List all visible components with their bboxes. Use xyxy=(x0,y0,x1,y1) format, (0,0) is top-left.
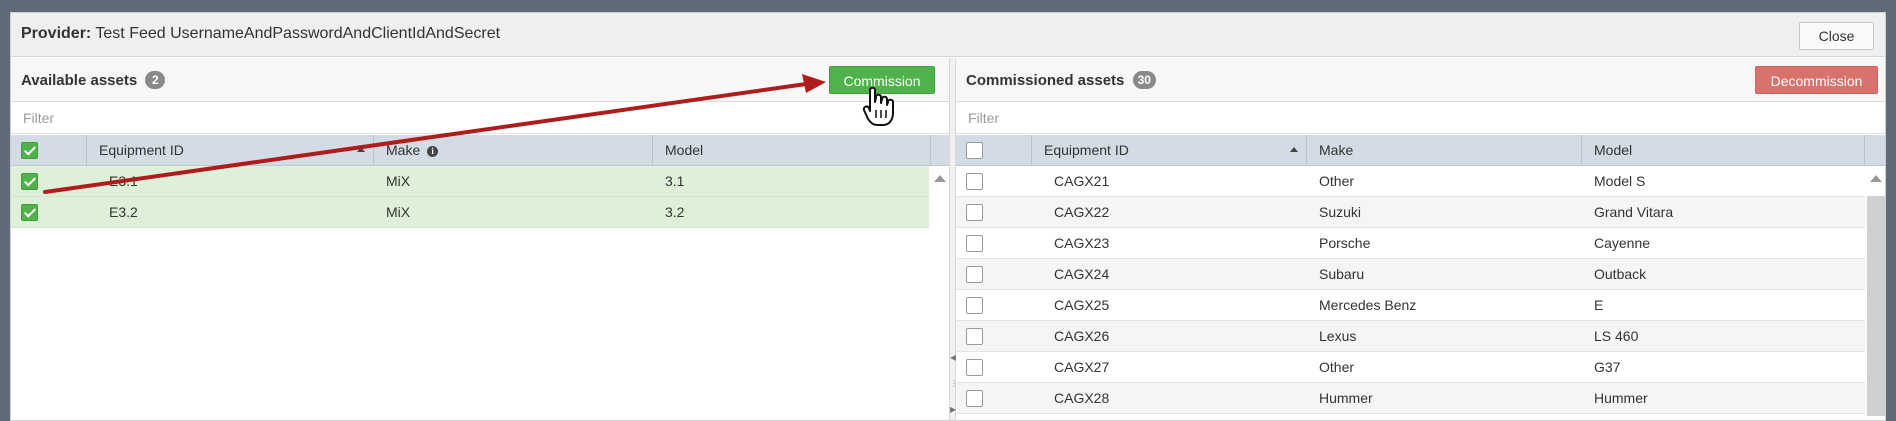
scroll-up-arrow-icon[interactable] xyxy=(1870,175,1882,182)
row-checkbox[interactable] xyxy=(21,204,38,221)
dialog-header: Provider: Test Feed UsernameAndPasswordA… xyxy=(11,13,1885,57)
commissioned-scrollbar[interactable] xyxy=(1865,166,1885,420)
commissioned-assets-pane: Commissioned assets 30 Decommission Equi… xyxy=(956,58,1885,420)
cell-model: Outback xyxy=(1594,266,1647,282)
available-filter xyxy=(11,102,949,134)
cell-equipment-id: E3.2 xyxy=(109,204,138,220)
dialog-title-name: Test Feed UsernameAndPasswordAndClientId… xyxy=(95,25,501,42)
commissioned-col-equipment-id[interactable]: Equipment ID xyxy=(1032,135,1307,166)
available-col-make-label: Make xyxy=(386,142,421,158)
row-checkbox[interactable] xyxy=(966,204,983,221)
commissioned-grid-header: Equipment ID Make Model xyxy=(956,135,1885,166)
commissioned-title: Commissioned assets 30 xyxy=(966,71,1156,89)
cell-equipment-id: CAGX28 xyxy=(1054,390,1110,406)
cell-equipment-id: E3.1 xyxy=(109,173,138,189)
commissioned-select-all-cell xyxy=(956,135,1032,166)
cell-equipment-id: CAGX24 xyxy=(1054,266,1110,282)
cell-make: Lexus xyxy=(1319,328,1357,344)
dialog-title: Provider: Test Feed UsernameAndPasswordA… xyxy=(21,25,500,43)
cell-model: Model S xyxy=(1594,173,1646,189)
cell-equipment-id: CAGX22 xyxy=(1054,204,1110,220)
cell-equipment-id: CAGX26 xyxy=(1054,328,1110,344)
dialog-title-prefix: Provider: xyxy=(21,25,92,42)
commissioned-title-label: Commissioned assets xyxy=(966,72,1125,89)
provider-dialog: Provider: Test Feed UsernameAndPasswordA… xyxy=(10,12,1886,421)
row-checkbox[interactable] xyxy=(966,359,983,376)
decommission-button[interactable]: Decommission xyxy=(1755,66,1878,94)
pane-splitter[interactable]: ◀ ⋮ ▶ xyxy=(949,58,958,420)
cell-make: Porsche xyxy=(1319,235,1371,251)
cell-make: Other xyxy=(1319,173,1355,189)
available-grid-header: Equipment ID Make i Model xyxy=(11,135,949,166)
commissioned-count-badge: 30 xyxy=(1132,71,1156,89)
info-icon[interactable]: i xyxy=(427,146,439,157)
available-col-make[interactable]: Make i xyxy=(374,135,653,166)
cell-make: MiX xyxy=(386,204,411,220)
available-assets-pane: Available assets 2 Commission Equipment … xyxy=(11,58,951,420)
cell-model: Hummer xyxy=(1594,390,1648,406)
cell-model: LS 460 xyxy=(1594,328,1639,344)
sort-ascending-icon xyxy=(1290,147,1298,152)
row-checkbox[interactable] xyxy=(966,328,983,345)
commission-button[interactable]: Commission xyxy=(829,66,935,94)
cell-model: G37 xyxy=(1594,359,1621,375)
available-title-label: Available assets xyxy=(21,72,138,89)
available-toolbar: Available assets 2 Commission xyxy=(11,58,949,102)
cell-equipment-id: CAGX25 xyxy=(1054,297,1110,313)
row-checkbox[interactable] xyxy=(966,266,983,283)
table-row[interactable]: CAGX22 Suzuki Grand Vitara xyxy=(956,197,1865,228)
cell-model: Cayenne xyxy=(1594,235,1651,251)
available-col-equipment-id[interactable]: Equipment ID xyxy=(87,135,374,166)
row-checkbox[interactable] xyxy=(966,235,983,252)
table-row[interactable]: CAGX28 Hummer Hummer xyxy=(956,383,1865,414)
commissioned-col-equipment-id-label: Equipment ID xyxy=(1044,142,1129,158)
sort-ascending-icon xyxy=(357,147,365,152)
commissioned-col-model[interactable]: Model xyxy=(1582,135,1865,166)
available-filter-input[interactable] xyxy=(11,102,949,133)
available-count-badge: 2 xyxy=(145,71,166,89)
table-row[interactable]: CAGX27 Other G37 xyxy=(956,352,1865,383)
table-row[interactable]: E3.2 MiX 3.2 xyxy=(11,197,929,228)
available-title: Available assets 2 xyxy=(21,71,166,89)
cell-make: MiX xyxy=(386,173,411,189)
table-row[interactable]: CAGX25 Mercedes Benz E xyxy=(956,290,1865,321)
commissioned-filter xyxy=(956,102,1885,134)
cell-model: 3.1 xyxy=(665,173,685,189)
table-row[interactable]: CAGX21 Other Model S xyxy=(956,166,1865,197)
table-row[interactable]: CAGX26 Lexus LS 460 xyxy=(956,321,1865,352)
commissioned-col-make[interactable]: Make xyxy=(1307,135,1582,166)
available-select-all-cell xyxy=(11,135,87,166)
available-scrollbar[interactable] xyxy=(929,166,951,420)
cell-equipment-id: CAGX23 xyxy=(1054,235,1110,251)
table-row[interactable]: CAGX23 Porsche Cayenne xyxy=(956,228,1865,259)
cell-make: Subaru xyxy=(1319,266,1365,282)
cell-model: E xyxy=(1594,297,1604,313)
cell-make: Suzuki xyxy=(1319,204,1362,220)
row-checkbox[interactable] xyxy=(966,297,983,314)
available-col-equipment-id-label: Equipment ID xyxy=(99,142,184,158)
table-row[interactable]: E3.1 MiX 3.1 xyxy=(11,166,929,197)
available-col-model[interactable]: Model xyxy=(653,135,931,166)
cell-make: Hummer xyxy=(1319,390,1373,406)
cell-make: Mercedes Benz xyxy=(1319,297,1417,313)
row-checkbox[interactable] xyxy=(966,173,983,190)
table-row[interactable]: CAGX24 Subaru Outback xyxy=(956,259,1865,290)
commissioned-col-model-label: Model xyxy=(1594,142,1633,158)
available-select-all-checkbox[interactable] xyxy=(21,142,38,159)
scrollbar-thumb[interactable] xyxy=(1867,196,1885,416)
close-button[interactable]: Close xyxy=(1799,22,1874,50)
row-checkbox[interactable] xyxy=(21,173,38,190)
available-col-model-label: Model xyxy=(665,142,704,158)
scroll-up-arrow-icon[interactable] xyxy=(934,175,946,182)
cell-equipment-id: CAGX21 xyxy=(1054,173,1110,189)
row-checkbox[interactable] xyxy=(966,390,983,407)
commissioned-col-make-label: Make xyxy=(1319,142,1354,158)
cell-make: Other xyxy=(1319,359,1355,375)
cell-equipment-id: CAGX27 xyxy=(1054,359,1110,375)
commissioned-select-all-checkbox[interactable] xyxy=(966,142,983,159)
commissioned-filter-input[interactable] xyxy=(956,102,1885,133)
cell-model: 3.2 xyxy=(665,204,685,220)
commissioned-toolbar: Commissioned assets 30 Decommission xyxy=(956,58,1885,102)
cell-model: Grand Vitara xyxy=(1594,204,1674,220)
